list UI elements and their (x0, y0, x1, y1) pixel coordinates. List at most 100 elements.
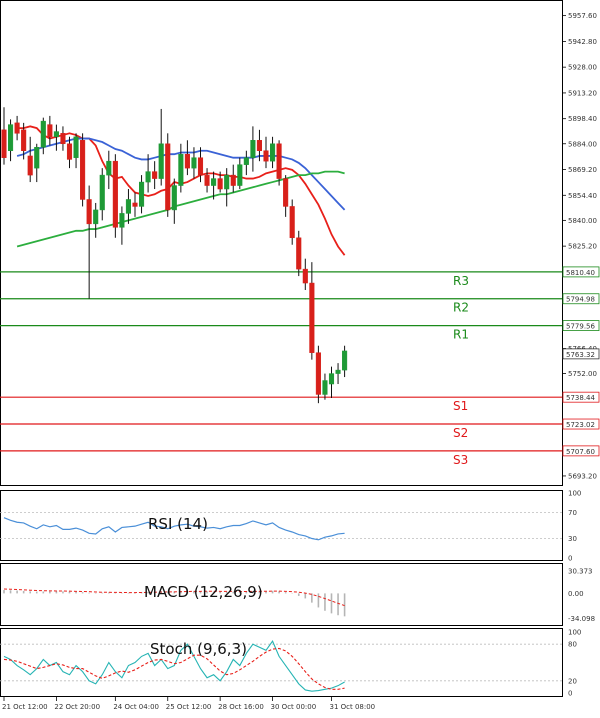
candle-body (250, 140, 256, 158)
candle-body (139, 181, 145, 207)
macd-tick-label: 30.373 (568, 567, 593, 575)
candle-body (145, 171, 151, 183)
candle-body (152, 171, 158, 179)
candle-body (309, 282, 315, 353)
candle-body (66, 143, 73, 160)
candle-body (60, 133, 66, 145)
candle-body (237, 164, 243, 186)
level-label-r2: R2 (453, 301, 469, 315)
price-panel: 5810.40 R3 5794.98 R2 5779.56 R1 5738.44 S1 5723… (0, 0, 600, 486)
candle-body (27, 155, 33, 176)
date-tick-label: 21 Oct 12:00 (2, 703, 48, 711)
candle-body (14, 122, 20, 134)
macd-title: MACD (12,26,9) (144, 583, 263, 601)
date-tick-label: 30 Oct 00:00 (271, 703, 317, 711)
candle-body (197, 157, 204, 176)
candle-body (119, 213, 125, 228)
candle-body (178, 153, 184, 186)
level-value-s3: 5707.60 (566, 448, 595, 456)
candle-body (184, 153, 190, 169)
price-tick-label: 5898.40 (568, 115, 597, 123)
price-tick-label: 5693.20 (568, 472, 597, 480)
level-value-s2: 5723.02 (566, 421, 595, 429)
candle-body (224, 174, 230, 190)
candle-body (1, 129, 7, 158)
price-tick-label: 5942.80 (568, 38, 597, 46)
candle-body (270, 143, 276, 162)
date-tick-label: 25 Oct 12:00 (166, 703, 212, 711)
macd-tick-label: 0.00 (568, 590, 584, 598)
date-axis: 21 Oct 12:00 22 Oct 20:00 24 Oct 04:00 25 O… (2, 697, 375, 711)
level-value-s1: 5738.44 (566, 394, 595, 402)
price-tick-label: 5913.20 (568, 89, 597, 97)
candle-body (302, 268, 308, 284)
candle (112, 154, 118, 238)
candle (276, 140, 282, 186)
stoch-tick-label: 80 (568, 641, 577, 649)
rsi-title: RSI (14) (148, 515, 208, 533)
candle-body (289, 206, 295, 239)
candle-body (296, 237, 302, 270)
chart-root: 5810.40 R3 5794.98 R2 5779.56 R1 5738.44 S1 5723… (0, 0, 600, 714)
level-label-s2: S2 (453, 426, 468, 440)
candle-body (34, 146, 40, 169)
candle-body (230, 174, 236, 186)
candle-body (86, 199, 92, 225)
price-tick-label: 5854.40 (568, 192, 597, 200)
price-tick-label: 5752.00 (568, 370, 597, 378)
candle-body (263, 150, 269, 162)
candle-body (204, 174, 210, 186)
candle-body (171, 185, 177, 211)
price-tick-label: 5957.60 (568, 12, 597, 20)
candle-body (217, 178, 223, 190)
candle-body (342, 350, 348, 371)
price-tick-label: 5884.00 (568, 140, 597, 148)
candle-body (40, 120, 46, 148)
macd-panel: MACD (12,26,9) 30.373 0.00 -34.098 (0, 563, 595, 626)
candle (165, 133, 171, 217)
level-label-s1: S1 (453, 399, 468, 413)
price-tick-label: 5840.00 (568, 217, 597, 225)
stoch-title: Stoch (9,6,3) (150, 640, 247, 658)
candle-body (106, 160, 112, 176)
candle-body (283, 178, 289, 207)
candle-body (335, 369, 341, 374)
level-label-r1: R1 (453, 328, 469, 342)
chart-canvas: 5810.40 R3 5794.98 R2 5779.56 R1 5738.44 S1 5723… (0, 0, 600, 711)
candle-body (8, 124, 14, 151)
last-price-value: 5763.32 (566, 351, 595, 359)
price-panel-frame (0, 0, 563, 486)
macd-tick-label: -34.098 (568, 615, 595, 623)
price-tick-label: 5825.20 (568, 243, 597, 251)
date-tick-label: 28 Oct 16:00 (218, 703, 264, 711)
candle-body (328, 373, 335, 385)
macd-panel-frame (0, 563, 563, 626)
candle-body (322, 380, 328, 395)
rsi-panel: RSI (14) 100 70 30 0 (0, 490, 581, 563)
stoch-panel-frame (0, 628, 563, 697)
candle-body (80, 140, 86, 200)
candle-body (256, 140, 262, 151)
candle-body (99, 174, 105, 211)
price-tick-label: 5869.20 (568, 166, 597, 174)
candle-body (243, 157, 249, 165)
rsi-tick-label: 0 (568, 555, 572, 563)
candle-body (125, 199, 132, 214)
candle-body (21, 129, 27, 151)
level-label-r3: R3 (453, 274, 469, 288)
candle (315, 345, 321, 404)
candle-body (132, 202, 138, 207)
candle-body (112, 160, 118, 228)
rsi-tick-label: 70 (568, 509, 577, 517)
candle (289, 199, 295, 245)
level-label-s3: S3 (453, 453, 468, 467)
rsi-panel-frame (0, 490, 563, 561)
level-value-r1: 5779.56 (566, 323, 595, 331)
price-tick-label: 5928.00 (568, 64, 597, 72)
date-tick-label: 22 Oct 20:00 (54, 703, 100, 711)
stoch-tick-label: 0 (568, 690, 572, 698)
date-tick-label: 24 Oct 04:00 (113, 703, 159, 711)
candle-body (53, 131, 59, 138)
candle-body (191, 157, 197, 169)
candle-body (158, 143, 164, 179)
